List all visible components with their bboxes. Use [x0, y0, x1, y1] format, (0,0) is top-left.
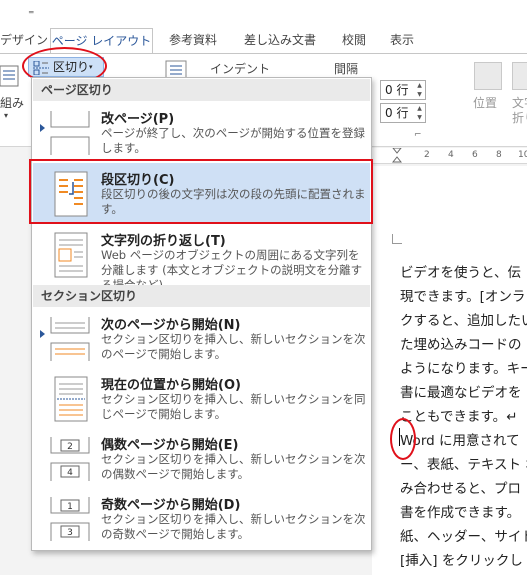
- default-marker-icon: [40, 330, 45, 338]
- breaks-icon: [33, 61, 49, 75]
- spin-arrows-icon[interactable]: ▲ ▼: [414, 81, 425, 99]
- menu-item-continuous[interactable]: 現在の位置から開始(O) セクション区切りを挿入し、新しいセクションを同じページ…: [33, 368, 370, 428]
- indent-label: インデント: [210, 62, 271, 76]
- doc-line: た埋め込みコードの: [400, 337, 522, 353]
- quick-access-customize-icon[interactable]: ‗: [29, 4, 34, 14]
- menu-item-title: 現在の位置から開始(O): [101, 378, 241, 393]
- menu-item-desc: セクション区切りを挿入し、新しいセクションを次の偶数ページで開始します。: [101, 452, 366, 481]
- menu-item-text-wrapping[interactable]: 文字列の折り返し(T) Web ページのオブジェクトの周囲にある文字列を分離しま…: [33, 224, 370, 292]
- menu-item-next-page[interactable]: 次のページから開始(N) セクション区切りを挿入し、新しいセクションを次のページ…: [33, 308, 370, 368]
- menu-item-desc: セクション区切りを挿入し、新しいセクションを同じページで開始します。: [101, 392, 366, 421]
- menu-item-desc: ページが終了し、次のページが開始する位置を登録します。: [101, 126, 366, 155]
- left-group-label: 組み: [0, 96, 25, 110]
- section-header-section-breaks: セクション区切り: [33, 285, 370, 307]
- menu-item-title: 改ページ(P): [101, 112, 175, 127]
- svg-text:1: 1: [67, 502, 73, 512]
- doc-line: み合わせると、プロ: [400, 481, 521, 497]
- tab-review[interactable]: 校閲: [334, 28, 374, 52]
- menu-item-even-page[interactable]: 2 4 偶数ページから開始(E) セクション区切りを挿入し、新しいセクションを次…: [33, 428, 370, 488]
- menu-item-desc: 段区切りの後の文字列は次の段の先頭に配置されます。: [101, 187, 366, 216]
- menu-item-title: 偶数ページから開始(E): [101, 438, 239, 453]
- ribbon-tab-bar: ‗ デザイン ページ レイアウト 参考資料 差し込み文書 校閲 表示: [0, 0, 527, 54]
- doc-line: クすると、追加したい: [400, 313, 527, 329]
- doc-line: ようになります。キー: [400, 361, 527, 377]
- spacing-after-input[interactable]: 0 行 ▲ ▼: [380, 103, 426, 123]
- section-continuous-icon: [54, 376, 88, 422]
- position-label: 位置: [473, 96, 498, 110]
- text-boundary-corner: [392, 234, 402, 244]
- menu-item-desc: セクション区切りを挿入し、新しいセクションを次のページで開始します。: [101, 332, 366, 361]
- indent-marker-icon[interactable]: [392, 148, 402, 164]
- tab-references[interactable]: 参考資料: [160, 28, 226, 52]
- wrap-text-label-2: 折り: [512, 111, 527, 125]
- paragraph-dialog-launcher-icon[interactable]: ⌐: [414, 130, 422, 140]
- doc-line: Word に用意されて: [400, 433, 520, 449]
- section-odd-page-icon: 1 3: [50, 497, 90, 541]
- section-header-page-breaks: ページ区切り: [33, 79, 370, 101]
- section-next-page-icon: [50, 317, 90, 361]
- tab-view[interactable]: 表示: [382, 28, 422, 52]
- spacing-before-input[interactable]: 0 行 ▲ ▼: [380, 80, 426, 100]
- doc-line: 書に最適なビデオを: [400, 385, 522, 401]
- text-wrapping-icon: [54, 232, 88, 278]
- svg-text:3: 3: [67, 528, 73, 538]
- spacing-label: 間隔: [334, 62, 359, 76]
- spin-arrows-icon[interactable]: ▲ ▼: [414, 104, 425, 122]
- doc-line: [挿入] をクリックし: [400, 553, 523, 569]
- menu-item-page-break[interactable]: 改ページ(P) ページが終了し、次のページが開始する位置を登録します。: [33, 102, 370, 162]
- text-cursor: [399, 428, 400, 446]
- left-group-caret: ▾: [4, 111, 9, 120]
- default-marker-icon: [40, 124, 45, 132]
- position-icon[interactable]: [474, 62, 502, 90]
- menu-item-title: 次のページから開始(N): [101, 318, 241, 333]
- tab-mailings[interactable]: 差し込み文書: [234, 28, 326, 52]
- tab-page-layout[interactable]: ページ レイアウト: [50, 28, 153, 54]
- menu-item-column-break[interactable]: 段区切り(C) 段区切りの後の文字列は次の段の先頭に配置されます。: [33, 163, 370, 223]
- menu-item-desc: セクション区切りを挿入し、新しいセクションを次の奇数ページで開始します。: [101, 512, 366, 541]
- doc-line: こともできます。↵: [400, 409, 518, 425]
- menu-item-title: 文字列の折り返し(T): [101, 234, 226, 249]
- wrap-text-icon[interactable]: [512, 62, 527, 90]
- tab-design[interactable]: デザイン: [0, 28, 48, 52]
- doc-line: ー、表紙、テキスト ボ: [400, 457, 527, 473]
- breaks-button[interactable]: 区切り ▾: [28, 57, 104, 77]
- page-break-icon: [50, 111, 90, 155]
- svg-text:2: 2: [67, 442, 73, 452]
- menu-item-odd-page[interactable]: 1 3 奇数ページから開始(D) セクション区切りを挿入し、新しいセクションを次…: [33, 488, 370, 548]
- columns-icon[interactable]: [0, 64, 20, 88]
- document-page[interactable]: ビデオを使うと、伝 現できます。[オンラ クすると、追加したい た埋め込みコード…: [372, 166, 527, 575]
- section-even-page-icon: 2 4: [50, 437, 90, 481]
- svg-text:4: 4: [67, 468, 73, 478]
- word-window: ‗ デザイン ページ レイアウト 参考資料 差し込み文書 校閲 表示 組み ▾ …: [0, 0, 527, 575]
- doc-line: ビデオを使うと、伝: [400, 265, 521, 281]
- doc-line: 書を作成できます。: [400, 505, 521, 521]
- menu-item-title: 段区切り(C): [101, 173, 175, 188]
- menu-item-title: 奇数ページから開始(D): [101, 498, 241, 513]
- doc-line: 現できます。[オンラ: [400, 289, 526, 305]
- doc-line: 紙、ヘッダー、サイド: [400, 529, 527, 545]
- column-break-icon: [54, 171, 88, 217]
- horizontal-ruler[interactable]: 2 4 6 8 10: [372, 148, 527, 164]
- breaks-dropdown-menu: ページ区切り 改ページ(P) ページが終了し、次のページが開始する位置を登録しま…: [31, 77, 372, 551]
